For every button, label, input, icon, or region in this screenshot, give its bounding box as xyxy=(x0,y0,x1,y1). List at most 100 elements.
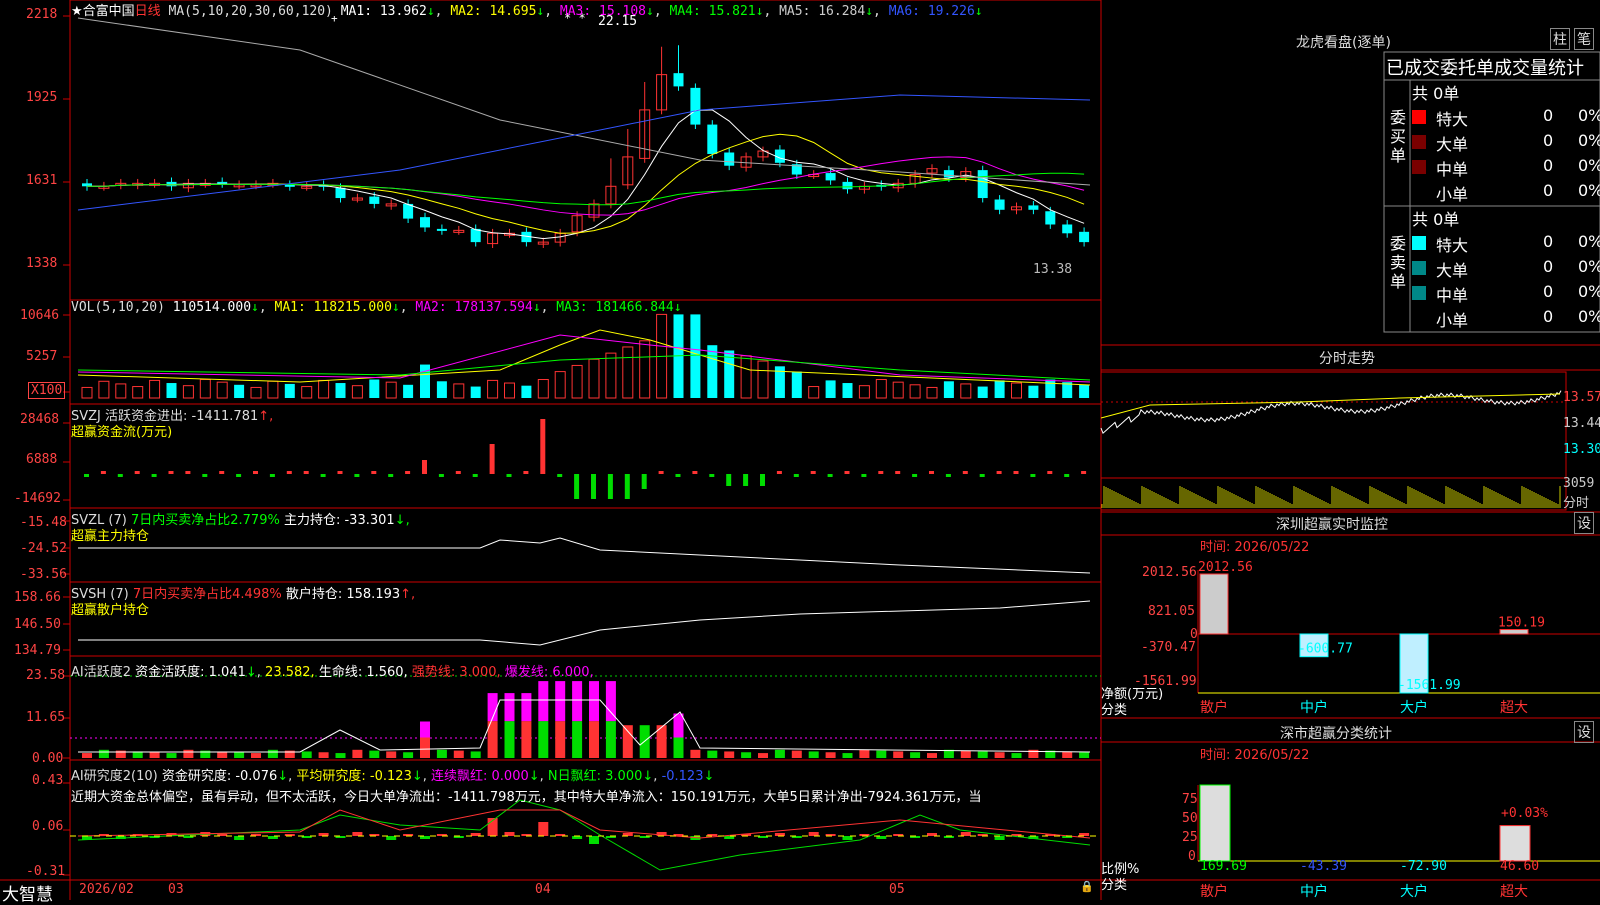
activity-burst-bar xyxy=(538,681,549,722)
fenshi-title: 分时走势 xyxy=(1319,351,1375,367)
activity-bar xyxy=(622,725,633,758)
candle-down xyxy=(825,173,836,181)
svzj-tick: 6888 xyxy=(26,452,58,467)
star-icon[interactable]: ★ xyxy=(71,4,83,19)
fund-flow-bar xyxy=(236,474,242,477)
volume-bar xyxy=(554,371,566,399)
candle-down xyxy=(335,187,346,199)
stat-bar xyxy=(1499,825,1531,862)
activity-bar xyxy=(572,721,583,758)
activity-burst-bar xyxy=(605,681,616,722)
volume-bar xyxy=(81,386,93,399)
volume-bar xyxy=(470,386,481,398)
activity-burst-bar xyxy=(589,681,599,722)
candle-down xyxy=(724,152,735,166)
fund-flow-bar xyxy=(929,471,934,474)
activity-bar xyxy=(251,753,261,758)
stat-settings-button[interactable]: 设 xyxy=(1574,721,1594,743)
volume-bar xyxy=(622,346,634,399)
activity-burst-bar xyxy=(555,681,566,722)
lhkp-name: 大单 xyxy=(1436,135,1469,154)
lhkp-name: 特大 xyxy=(1436,236,1469,255)
volume-bar xyxy=(892,381,904,399)
volume-bar xyxy=(403,384,414,398)
fenshi-tick: 13.30 xyxy=(1563,442,1600,457)
monitor-bar-label: 2012.56 xyxy=(1198,560,1253,575)
volume-bar xyxy=(808,386,820,399)
fund-flow-bar xyxy=(354,474,360,477)
monitor-settings-button[interactable]: 设 xyxy=(1574,512,1594,534)
color-swatch xyxy=(1412,135,1426,149)
price-tick: 2218 xyxy=(26,7,58,22)
price-tick: 1338 xyxy=(26,256,58,271)
color-swatch xyxy=(1412,236,1426,250)
fund-flow-bar xyxy=(557,474,563,477)
activity-bar xyxy=(234,752,245,758)
volume-bar xyxy=(234,384,245,398)
fund-flow-bar xyxy=(827,474,833,477)
volume-bar xyxy=(757,360,769,399)
stat-cat-label: 散户 xyxy=(1200,883,1228,900)
fund-flow-bar xyxy=(776,471,782,474)
volume-bar xyxy=(351,385,363,399)
candle-down xyxy=(1028,205,1039,210)
lhkp-pct: 0% xyxy=(1578,106,1600,125)
svsh-title: 超赢散户持仓 xyxy=(71,603,150,618)
svzj-tick: -14692 xyxy=(14,491,61,506)
volume-bar xyxy=(994,380,1005,398)
last-price-mark: 13.38 xyxy=(1033,262,1073,277)
svzl-title: 超赢主力持仓 xyxy=(71,529,150,544)
volume-bar xyxy=(1079,384,1090,398)
lhkp-val: 0 xyxy=(1543,131,1554,150)
ma5: MA5: 16.284↓ xyxy=(779,4,874,19)
stat-tick: 0 xyxy=(1188,849,1196,864)
lhkp-title: 龙虎看盘(逐单) xyxy=(1296,35,1391,51)
lhkp-val: 0 xyxy=(1543,156,1554,175)
activity-bar xyxy=(301,751,312,758)
lhkp-name: 小单 xyxy=(1436,311,1469,330)
fund-flow-bar xyxy=(540,419,546,474)
fund-flow-bar xyxy=(861,474,867,477)
volume-bar xyxy=(385,381,397,399)
monitor-cat-label: 超大 xyxy=(1500,700,1528,716)
fund-flow-bar xyxy=(506,474,512,477)
fund-flow-bar xyxy=(760,474,765,486)
monitor-bar-label: -600.77 xyxy=(1298,642,1353,657)
monitor-tick: 2012.56 xyxy=(1142,565,1197,580)
lhkp-name: 中单 xyxy=(1436,160,1469,179)
volume-bar xyxy=(199,379,211,399)
stock-name[interactable]: 合富中国 xyxy=(83,4,135,19)
fund-flow-bar xyxy=(303,471,309,474)
activity-bar xyxy=(690,749,701,758)
lock-icon[interactable]: 🔒 xyxy=(1080,880,1094,893)
volume-bar xyxy=(740,355,752,399)
activity-burst-bar xyxy=(420,721,430,738)
research-line xyxy=(77,799,1091,871)
lhkp-name: 特大 xyxy=(1436,110,1469,129)
fund-flow-bar xyxy=(675,474,681,477)
stat-title: 深市超赢分类统计 xyxy=(1280,726,1392,742)
buy-side-label: 委买单 xyxy=(1390,108,1407,165)
fund-flow-bar xyxy=(422,460,427,474)
candle-down xyxy=(994,199,1005,210)
period-label[interactable]: 日线 xyxy=(135,4,161,19)
volume-bar xyxy=(639,340,651,399)
volume-bar xyxy=(960,383,972,399)
volume-bar xyxy=(504,382,515,399)
lhkp-pct: 0% xyxy=(1578,282,1600,301)
stat-tick: 75 xyxy=(1182,792,1198,807)
stat-xlabel: 分类 xyxy=(1101,878,1128,893)
lhkp-val: 0 xyxy=(1543,282,1554,301)
volume-bar xyxy=(182,385,194,399)
volume-bar xyxy=(318,379,330,399)
fund-flow-bar xyxy=(371,471,377,474)
brand-logo[interactable]: 大智慧 xyxy=(2,880,53,905)
ai2-header: AI研究度2(10) 资金研究度: -0.076↓, 平均研究度: -0.123… xyxy=(71,769,715,784)
volume-bar xyxy=(926,386,938,399)
fund-flow-bar xyxy=(100,471,106,474)
bar-mode-button[interactable]: 柱 xyxy=(1550,28,1570,50)
lhkp-name: 中单 xyxy=(1436,286,1469,305)
activity-bar xyxy=(82,753,92,758)
tick-mode-button[interactable]: 笔 xyxy=(1574,28,1594,50)
activity-bar xyxy=(267,749,278,758)
